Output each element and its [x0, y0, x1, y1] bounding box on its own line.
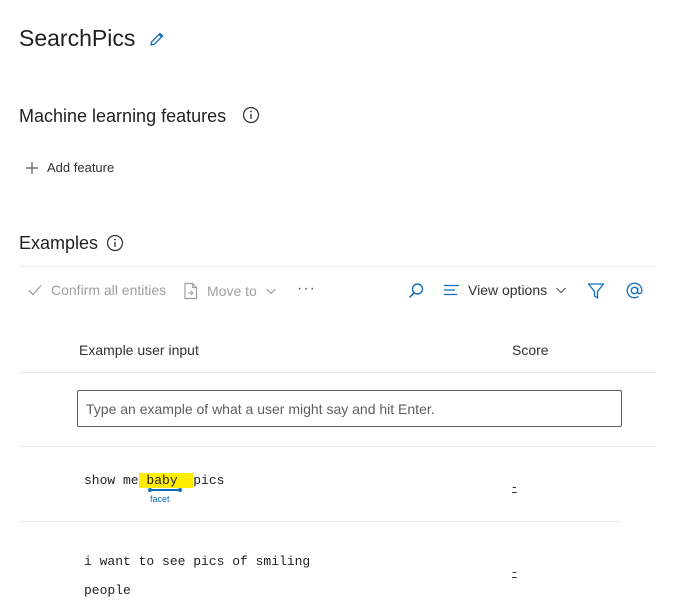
checkmark-icon	[28, 285, 42, 296]
examples-heading: Examples	[19, 233, 99, 253]
row-divider	[19, 446, 656, 447]
entity-label[interactable]: facet	[150, 494, 170, 504]
move-to-button[interactable]: Move to	[183, 282, 277, 300]
chevron-down-icon	[556, 287, 567, 294]
score-value[interactable]: -	[512, 478, 517, 494]
entity-highlight[interactable]: baby	[138, 473, 186, 488]
filter-icon[interactable]	[587, 282, 605, 305]
search-icon[interactable]	[407, 282, 425, 305]
example-utterance[interactable]: i want to see pics of smiling people	[84, 547, 310, 605]
info-icon[interactable]	[242, 106, 260, 129]
confirm-all-entities-label: Confirm all entities	[51, 282, 167, 298]
add-feature-button[interactable]: Add feature	[25, 160, 114, 175]
example-utterance[interactable]: show me baby pics	[84, 473, 224, 488]
at-icon[interactable]	[625, 281, 644, 305]
plus-icon	[26, 161, 38, 174]
more-options-button[interactable]: ···	[297, 280, 316, 298]
row-divider	[19, 521, 621, 522]
view-options-label: View options	[468, 282, 548, 298]
info-icon[interactable]	[106, 234, 124, 257]
move-icon	[184, 282, 198, 300]
utterance-text: pics	[193, 473, 225, 488]
example-input-field[interactable]	[77, 390, 622, 427]
entity-underline	[149, 489, 181, 491]
list-icon	[444, 284, 459, 296]
entity-underline-end	[178, 488, 182, 492]
utterance-text: show me	[84, 473, 139, 488]
chevron-down-icon	[265, 288, 276, 295]
entity-underline-start	[148, 488, 152, 492]
page-title: SearchPics	[19, 25, 136, 51]
utterance-text: i want to see pics of smiling	[84, 554, 311, 569]
column-header-score[interactable]: Score	[512, 342, 549, 358]
utterance-text: people	[84, 583, 131, 598]
score-value[interactable]: -	[512, 563, 517, 579]
ml-features-heading: Machine learning features	[19, 106, 227, 126]
toolbar-divider	[19, 266, 656, 267]
move-to-label: Move to	[207, 283, 257, 299]
view-options-button[interactable]: View options	[443, 282, 567, 298]
column-header-example-input[interactable]: Example user input	[79, 342, 199, 358]
pencil-icon[interactable]	[148, 30, 166, 48]
add-feature-label: Add feature	[47, 160, 115, 175]
header-divider	[19, 372, 656, 373]
confirm-all-entities-button[interactable]: Confirm all entities	[27, 282, 166, 298]
